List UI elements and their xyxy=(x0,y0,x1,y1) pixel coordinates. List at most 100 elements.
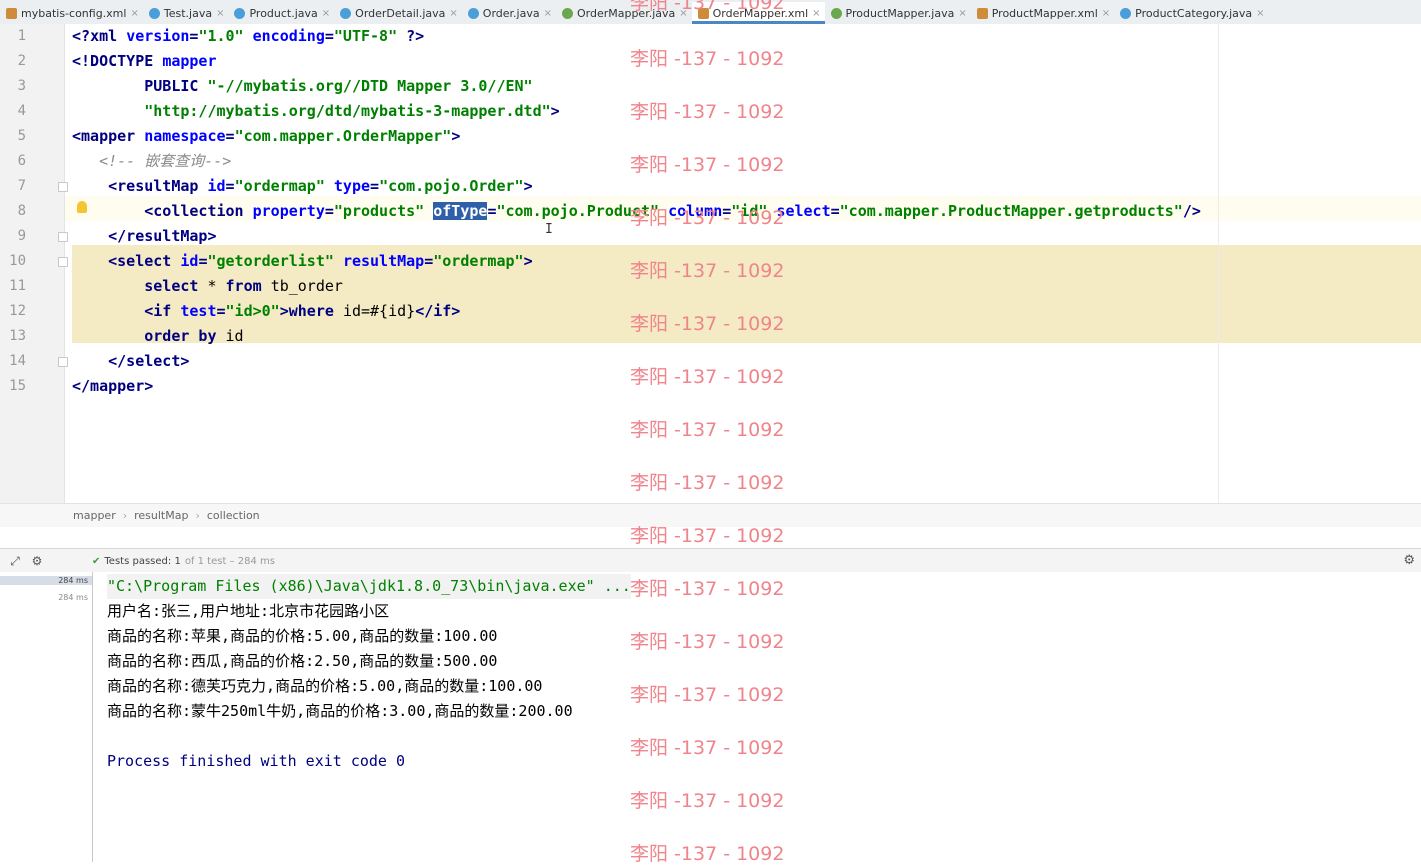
line-number-gutter: 1 2 3 4 5 6 7 8 9 10 11 12 13 14 15 xyxy=(0,24,68,503)
tab-productmapper-java[interactable]: ProductMapper.java × xyxy=(825,2,971,24)
code-line[interactable]: <!DOCTYPE mapper xyxy=(72,49,217,74)
code-token: select xyxy=(776,202,831,220)
code-line[interactable]: PUBLIC "-//mybatis.org//DTD Mapper 3.0//… xyxy=(72,74,532,99)
code-line[interactable]: <if test="id>0">where id=#{id}</if> xyxy=(72,299,460,324)
line-number: 10 xyxy=(9,253,26,269)
code-token: <collection xyxy=(72,202,253,220)
tab-label: mybatis-config.xml xyxy=(21,6,127,20)
code-token: </resultMap> xyxy=(72,227,217,245)
code-token: id xyxy=(207,177,226,195)
code-token: version xyxy=(126,27,190,45)
fold-marker-icon[interactable] xyxy=(58,257,68,267)
code-token: "ordermap" xyxy=(234,177,325,195)
java-interface-icon xyxy=(830,7,842,19)
close-icon[interactable]: × xyxy=(812,8,820,19)
settings-icon[interactable]: ⚙ xyxy=(1403,553,1415,568)
code-line[interactable]: </select> xyxy=(72,349,189,374)
code-token: "UTF-8" xyxy=(333,27,398,45)
code-token: "com.pojo.Order" xyxy=(379,177,524,195)
code-line[interactable]: <select id="getorderlist" resultMap="ord… xyxy=(72,249,533,274)
code-token: "products" xyxy=(333,202,425,220)
code-token: * xyxy=(207,277,226,295)
tab-productcategory-java[interactable]: ProductCategory.java × xyxy=(1114,2,1268,24)
code-token: "1.0" xyxy=(198,27,244,45)
code-token: encoding xyxy=(252,27,325,45)
code-token: > xyxy=(523,252,533,270)
code-line[interactable]: "http://mybatis.org/dtd/mybatis-3-mapper… xyxy=(72,99,559,124)
test-timing-child[interactable]: 284 ms xyxy=(58,593,88,602)
close-icon[interactable]: × xyxy=(544,8,552,19)
line-number: 7 xyxy=(17,178,26,194)
tab-mybatis-config-xml[interactable]: mybatis-config.xml × xyxy=(0,2,143,24)
code-token: </select> xyxy=(72,352,190,370)
close-icon[interactable]: × xyxy=(130,8,138,19)
code-line[interactable]: </resultMap> xyxy=(72,224,217,249)
code-token: id xyxy=(180,252,199,270)
code-line[interactable]: <collection property="products" ofType="… xyxy=(72,199,1201,224)
tab-label: Order.java xyxy=(482,6,540,20)
test-results-tree[interactable]: 284 ms 284 ms xyxy=(0,572,93,862)
code-line[interactable]: </mapper> xyxy=(72,374,153,399)
close-icon[interactable]: × xyxy=(216,8,224,19)
tab-ordermapper-java[interactable]: OrderMapper.java × xyxy=(556,2,692,24)
code-token: <if xyxy=(72,302,181,320)
tab-productmapper-xml[interactable]: ProductMapper.xml × xyxy=(971,2,1114,24)
fold-marker-icon[interactable] xyxy=(58,357,68,367)
tab-label: OrderMapper.java xyxy=(576,6,676,20)
test-timing-root[interactable]: 284 ms xyxy=(0,576,92,585)
fold-marker-icon[interactable] xyxy=(58,232,68,242)
breadcrumb: mapper › resultMap › collection xyxy=(0,503,1421,527)
code-editor[interactable]: 1 2 3 4 5 6 7 8 9 10 11 12 13 14 15 <?xml version="1.0… xyxy=(0,24,1421,503)
breadcrumb-item-collection[interactable]: collection xyxy=(207,509,260,522)
close-icon[interactable]: × xyxy=(958,8,966,19)
status-count: 1 xyxy=(174,555,181,567)
code-line[interactable]: order by id xyxy=(72,324,243,349)
fold-marker-icon[interactable] xyxy=(58,182,68,192)
breadcrumb-separator: › xyxy=(122,509,128,522)
breadcrumb-item-mapper[interactable]: mapper xyxy=(73,509,116,522)
code-token: <resultMap xyxy=(72,177,208,195)
code-token: ?> xyxy=(397,27,425,45)
text-cursor-icon: I xyxy=(545,222,553,237)
tab-test-java[interactable]: Test.java × xyxy=(143,2,229,24)
tab-orderdetail-java[interactable]: OrderDetail.java × xyxy=(334,2,462,24)
code-token: > xyxy=(279,302,289,320)
line-number: 2 xyxy=(17,53,26,69)
tab-product-java[interactable]: Product.java × xyxy=(228,2,334,24)
tab-label: OrderDetail.java xyxy=(355,6,446,20)
java-interface-icon xyxy=(561,7,573,19)
console-output[interactable]: "C:\Program Files (x86)\Java\jdk1.8.0_73… xyxy=(93,572,1421,862)
tab-order-java[interactable]: Order.java × xyxy=(462,2,556,24)
close-icon[interactable]: × xyxy=(322,8,330,19)
line-number: 15 xyxy=(9,378,26,394)
code-token: ofType xyxy=(433,202,488,220)
close-icon[interactable]: × xyxy=(1256,8,1264,19)
gear-icon[interactable]: ⚙ xyxy=(30,554,44,568)
code-token: > xyxy=(451,127,461,145)
code-line[interactable]: <?xml version="1.0" encoding="UTF-8" ?> xyxy=(72,24,424,49)
code-token: </if> xyxy=(415,302,461,320)
line-number: 11 xyxy=(9,278,26,294)
code-token: PUBLIC xyxy=(72,77,208,95)
code-line[interactable]: <resultMap id="ordermap" type="com.pojo.… xyxy=(72,174,532,199)
tab-ordermapper-xml[interactable]: OrderMapper.xml × xyxy=(691,2,825,24)
code-line[interactable]: select * from tb_order xyxy=(72,274,343,299)
code-token: order by xyxy=(72,327,226,345)
line-number: 3 xyxy=(17,78,26,94)
restore-layout-icon[interactable]: ⤢ xyxy=(8,554,22,569)
java-class-icon xyxy=(467,7,479,19)
breadcrumb-item-resultmap[interactable]: resultMap xyxy=(134,509,188,522)
close-icon[interactable]: × xyxy=(449,8,457,19)
code-line[interactable]: <!-- 嵌套查询--> xyxy=(72,149,231,174)
code-token: <!DOCTYPE xyxy=(72,52,163,70)
close-icon[interactable]: × xyxy=(679,8,687,19)
close-icon[interactable]: × xyxy=(1102,8,1110,19)
code-token: "http://mybatis.org/dtd/mybatis-3-mapper… xyxy=(144,102,551,120)
code-line[interactable]: <mapper namespace="com.mapper.OrderMappe… xyxy=(72,124,460,149)
code-token: = xyxy=(324,27,334,45)
xml-file-icon xyxy=(6,7,17,19)
